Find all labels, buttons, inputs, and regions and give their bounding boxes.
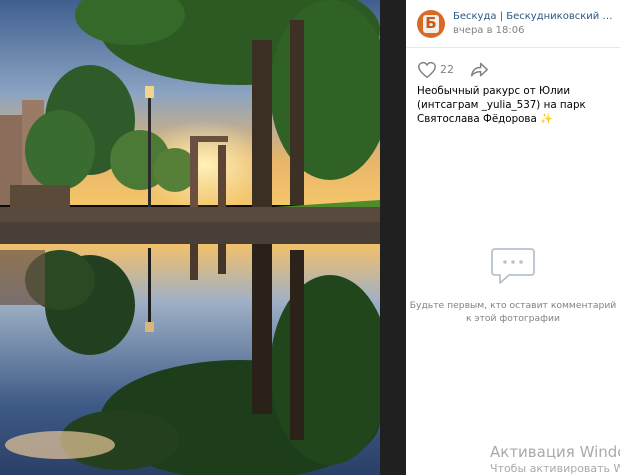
post-time[interactable]: вчера в 18:06 [453,25,525,36]
photo-viewer: Б Бескуда | Бескудниковский район ... вч… [0,0,620,475]
park-photo[interactable] [0,0,380,475]
viewer-gap [380,0,406,475]
sparkle-emoji: ✨ [540,113,553,125]
post-header: Б Бескуда | Бескудниковский район ... вч… [406,0,620,48]
heart-icon[interactable] [417,61,437,79]
photo-sidebar: Б Бескуда | Бескудниковский район ... вч… [406,0,620,475]
photo-caption: Необычный ракурс от Юлии (интсаграм _yul… [417,84,617,126]
avatar-letter: Б [425,14,437,32]
comments-empty-state: Будьте первым, кто оставит комментарий к… [406,245,620,325]
watermark-title: Активация Windo [490,443,620,461]
avatar[interactable]: Б [417,10,445,38]
share-arrow-icon[interactable] [469,61,489,79]
author-link[interactable]: Бескуда | Бескудниковский район ... [453,11,615,22]
like-count: 22 [440,63,454,76]
comment-bubble-icon [491,248,535,284]
empty-comments-text: Будьте первым, кто оставит комментарий к… [409,300,617,324]
watermark-subtitle: Чтобы активировать W [490,462,620,475]
windows-activation-watermark: Активация Windo Чтобы активировать W [490,443,620,475]
caption-text: Необычный ракурс от Юлии (интсаграм _yul… [417,85,586,125]
